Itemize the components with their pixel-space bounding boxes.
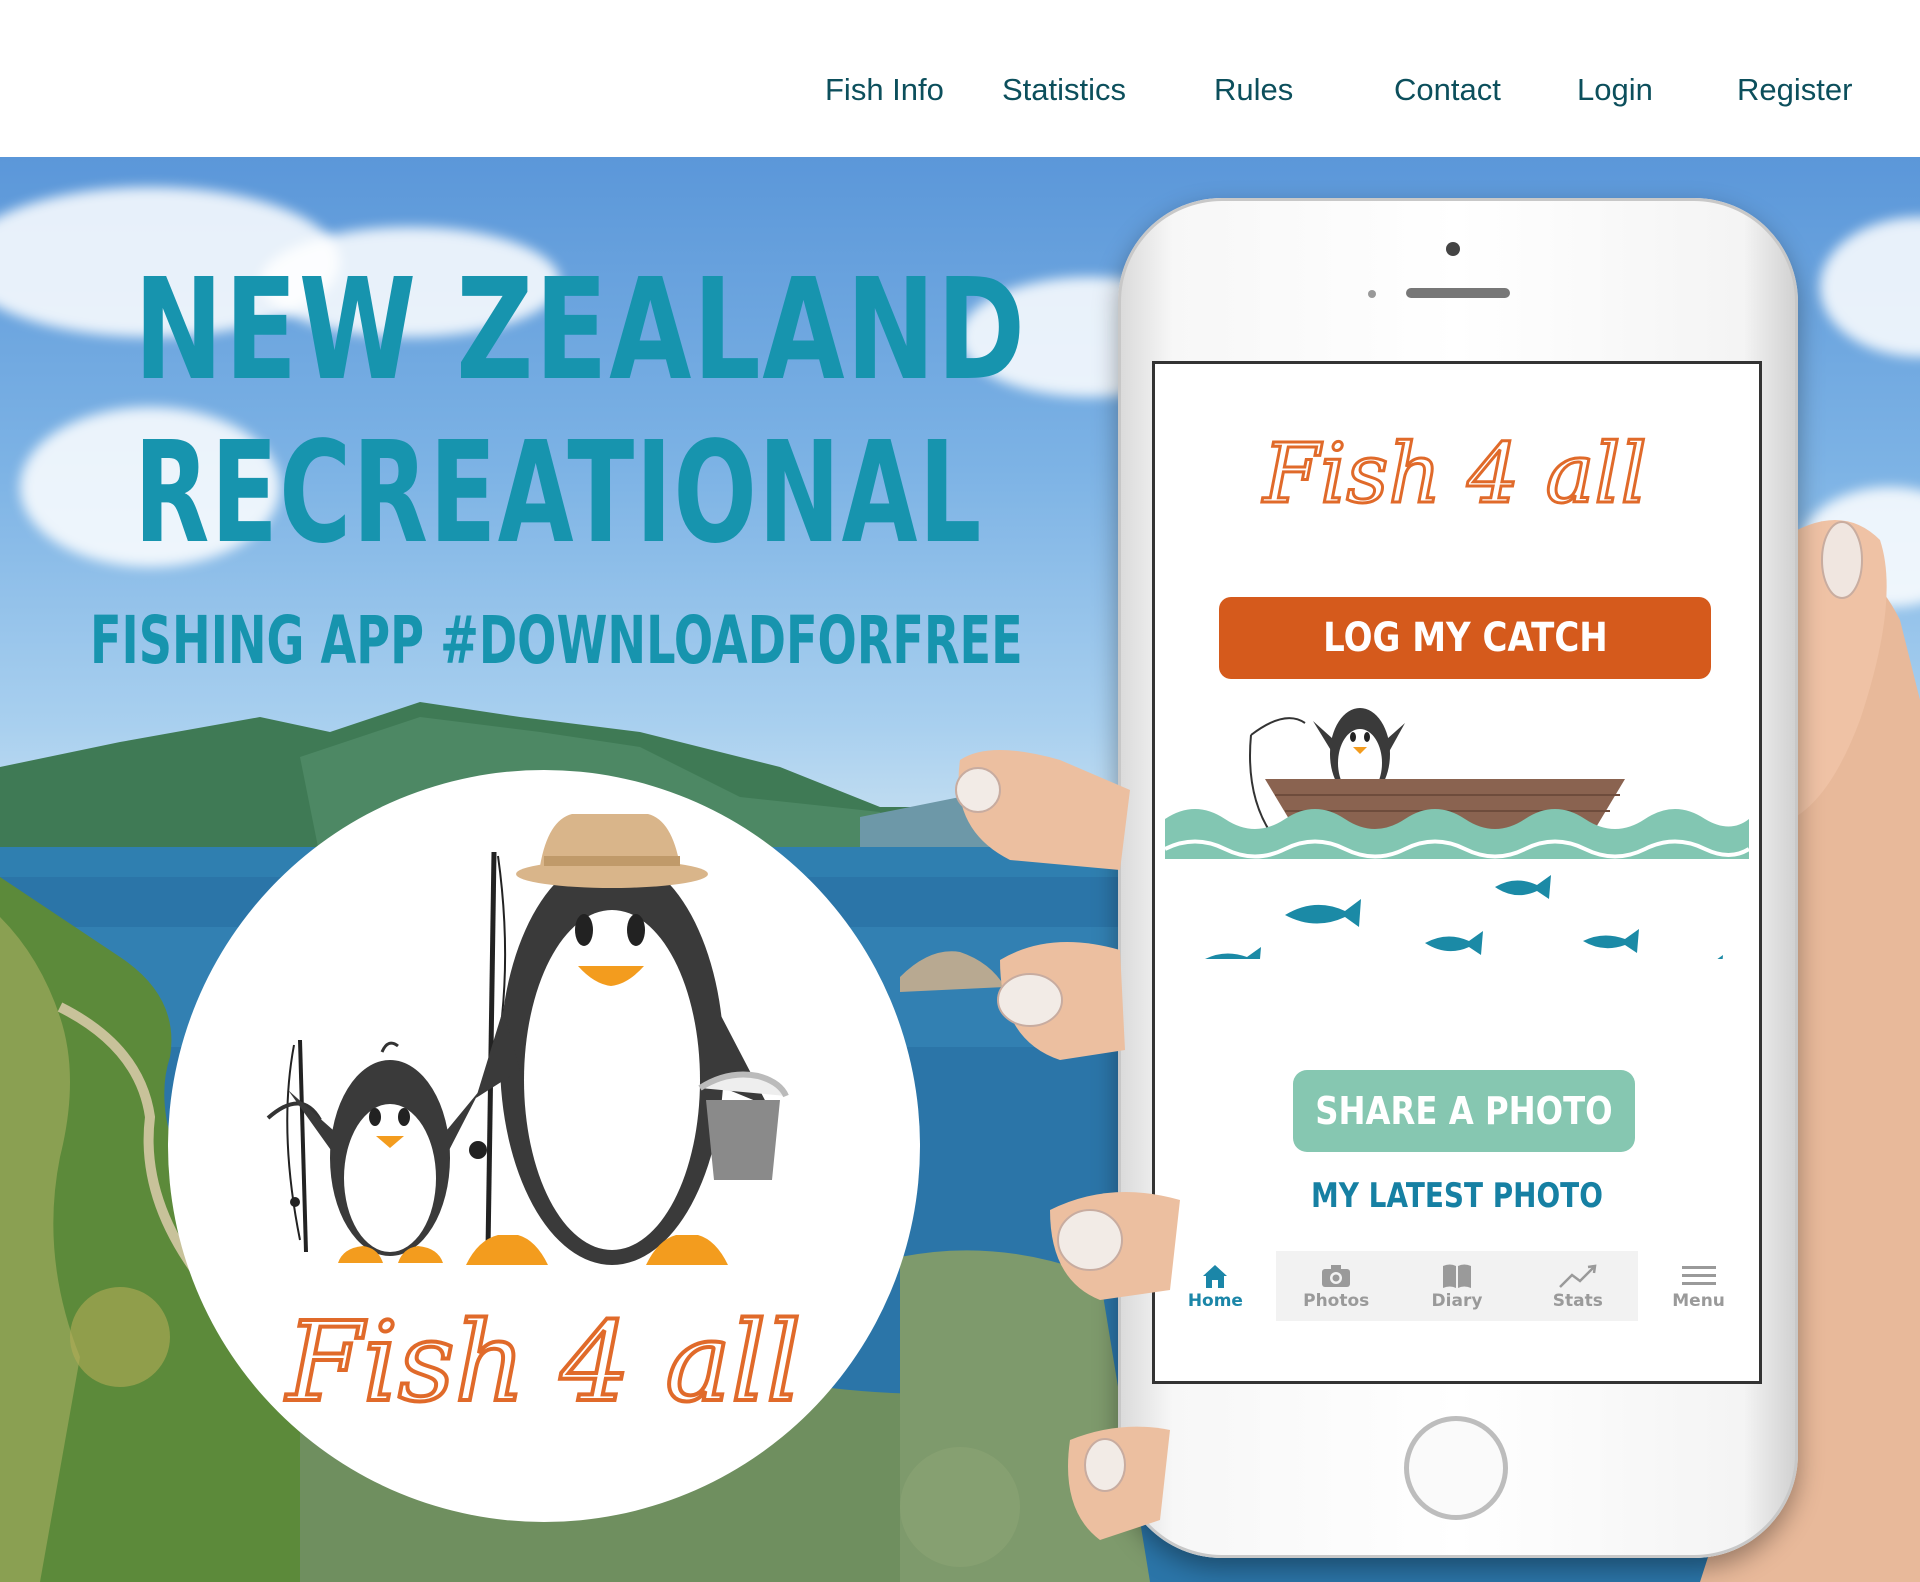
fingernail — [955, 767, 1001, 813]
fingers-overlay — [955, 750, 1180, 1540]
